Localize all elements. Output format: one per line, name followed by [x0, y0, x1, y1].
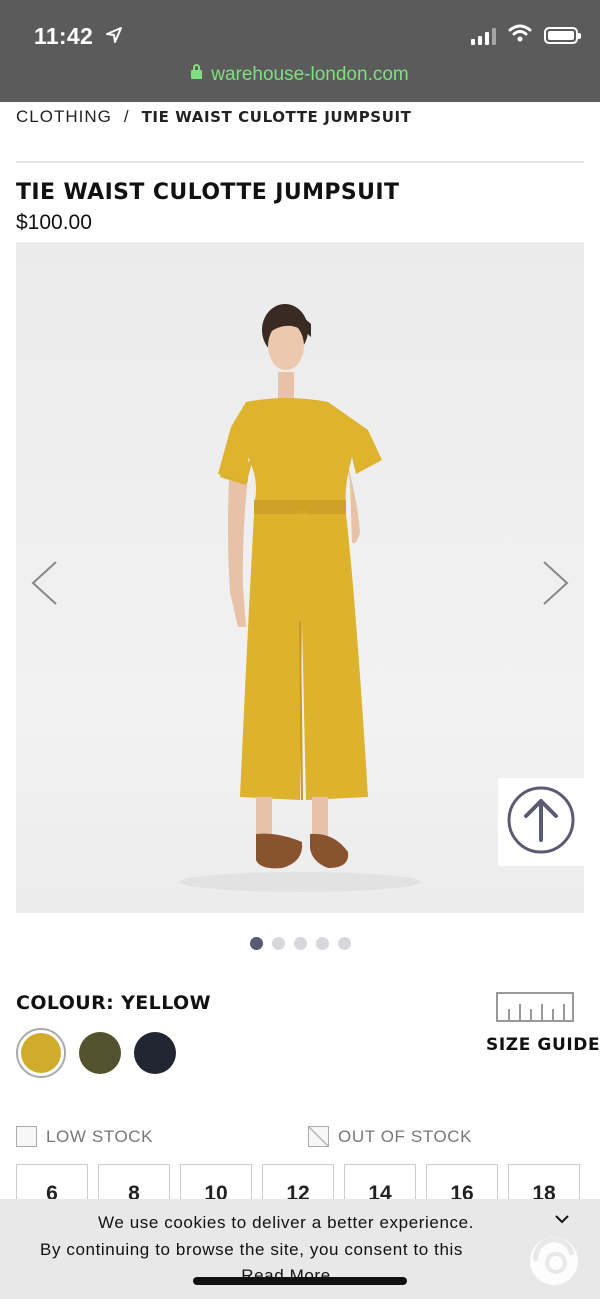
home-indicator — [193, 1277, 407, 1285]
carousel-dot[interactable] — [271, 937, 285, 950]
status-time: 11:42 — [34, 22, 122, 50]
carousel-dots — [0, 937, 600, 950]
swatch-yellow[interactable] — [16, 1028, 66, 1078]
breadcrumb: CLOTHING / TIE WAIST CULOTTE JUMPSUIT — [16, 107, 412, 127]
address-bar[interactable]: warehouse-london.com — [0, 64, 600, 86]
wifi-icon — [508, 24, 532, 47]
chat-badge-icon[interactable] — [516, 1225, 586, 1287]
breadcrumb-separator: / — [123, 107, 130, 126]
divider — [16, 161, 584, 163]
chevron-left-icon[interactable] — [30, 560, 60, 606]
browser-top-bar: 11:42 warehouse-london.com — [0, 0, 600, 102]
low-stock-legend: LOW STOCK — [16, 1126, 153, 1147]
swatch-khaki[interactable] — [79, 1032, 121, 1074]
carousel-dot[interactable] — [315, 937, 329, 950]
cookie-text-line2: By continuing to browse the site, you co… — [40, 1240, 464, 1259]
signal-icon — [471, 27, 496, 45]
arrow-up-circle-icon — [506, 785, 576, 860]
swatch-navy[interactable] — [134, 1032, 176, 1074]
scroll-to-top-button[interactable] — [498, 778, 584, 866]
carousel-dot[interactable] — [337, 937, 351, 950]
lock-icon — [191, 64, 203, 79]
breadcrumb-clothing-link[interactable]: CLOTHING — [16, 107, 112, 126]
colour-label: COLOUR: YELLOW — [16, 992, 211, 1014]
out-of-stock-box — [308, 1126, 329, 1147]
size-guide-button[interactable]: SIZE GUIDE — [486, 992, 600, 1055]
size-guide-label: SIZE GUIDE — [486, 1035, 600, 1055]
status-icons — [471, 24, 581, 47]
status-time-text: 11:42 — [34, 23, 94, 49]
low-stock-box — [16, 1126, 37, 1147]
cookie-text-line1: We use cookies to deliver a better exper… — [98, 1213, 474, 1232]
product-price: $100.00 — [16, 211, 92, 234]
chevron-right-icon[interactable] — [540, 560, 570, 606]
carousel-dot[interactable] — [249, 937, 263, 950]
url-text: warehouse-london.com — [211, 64, 409, 85]
breadcrumb-current: TIE WAIST CULOTTE JUMPSUIT — [141, 108, 412, 126]
colour-swatches — [16, 1028, 176, 1078]
out-of-stock-label: OUT OF STOCK — [338, 1126, 473, 1146]
ruler-icon — [496, 992, 574, 1026]
location-arrow-icon — [105, 22, 122, 49]
battery-icon — [544, 27, 581, 44]
carousel-dot[interactable] — [293, 937, 307, 950]
low-stock-label: LOW STOCK — [46, 1126, 154, 1146]
out-of-stock-legend: OUT OF STOCK — [308, 1126, 472, 1147]
product-title: TIE WAIST CULOTTE JUMPSUIT — [16, 180, 400, 205]
